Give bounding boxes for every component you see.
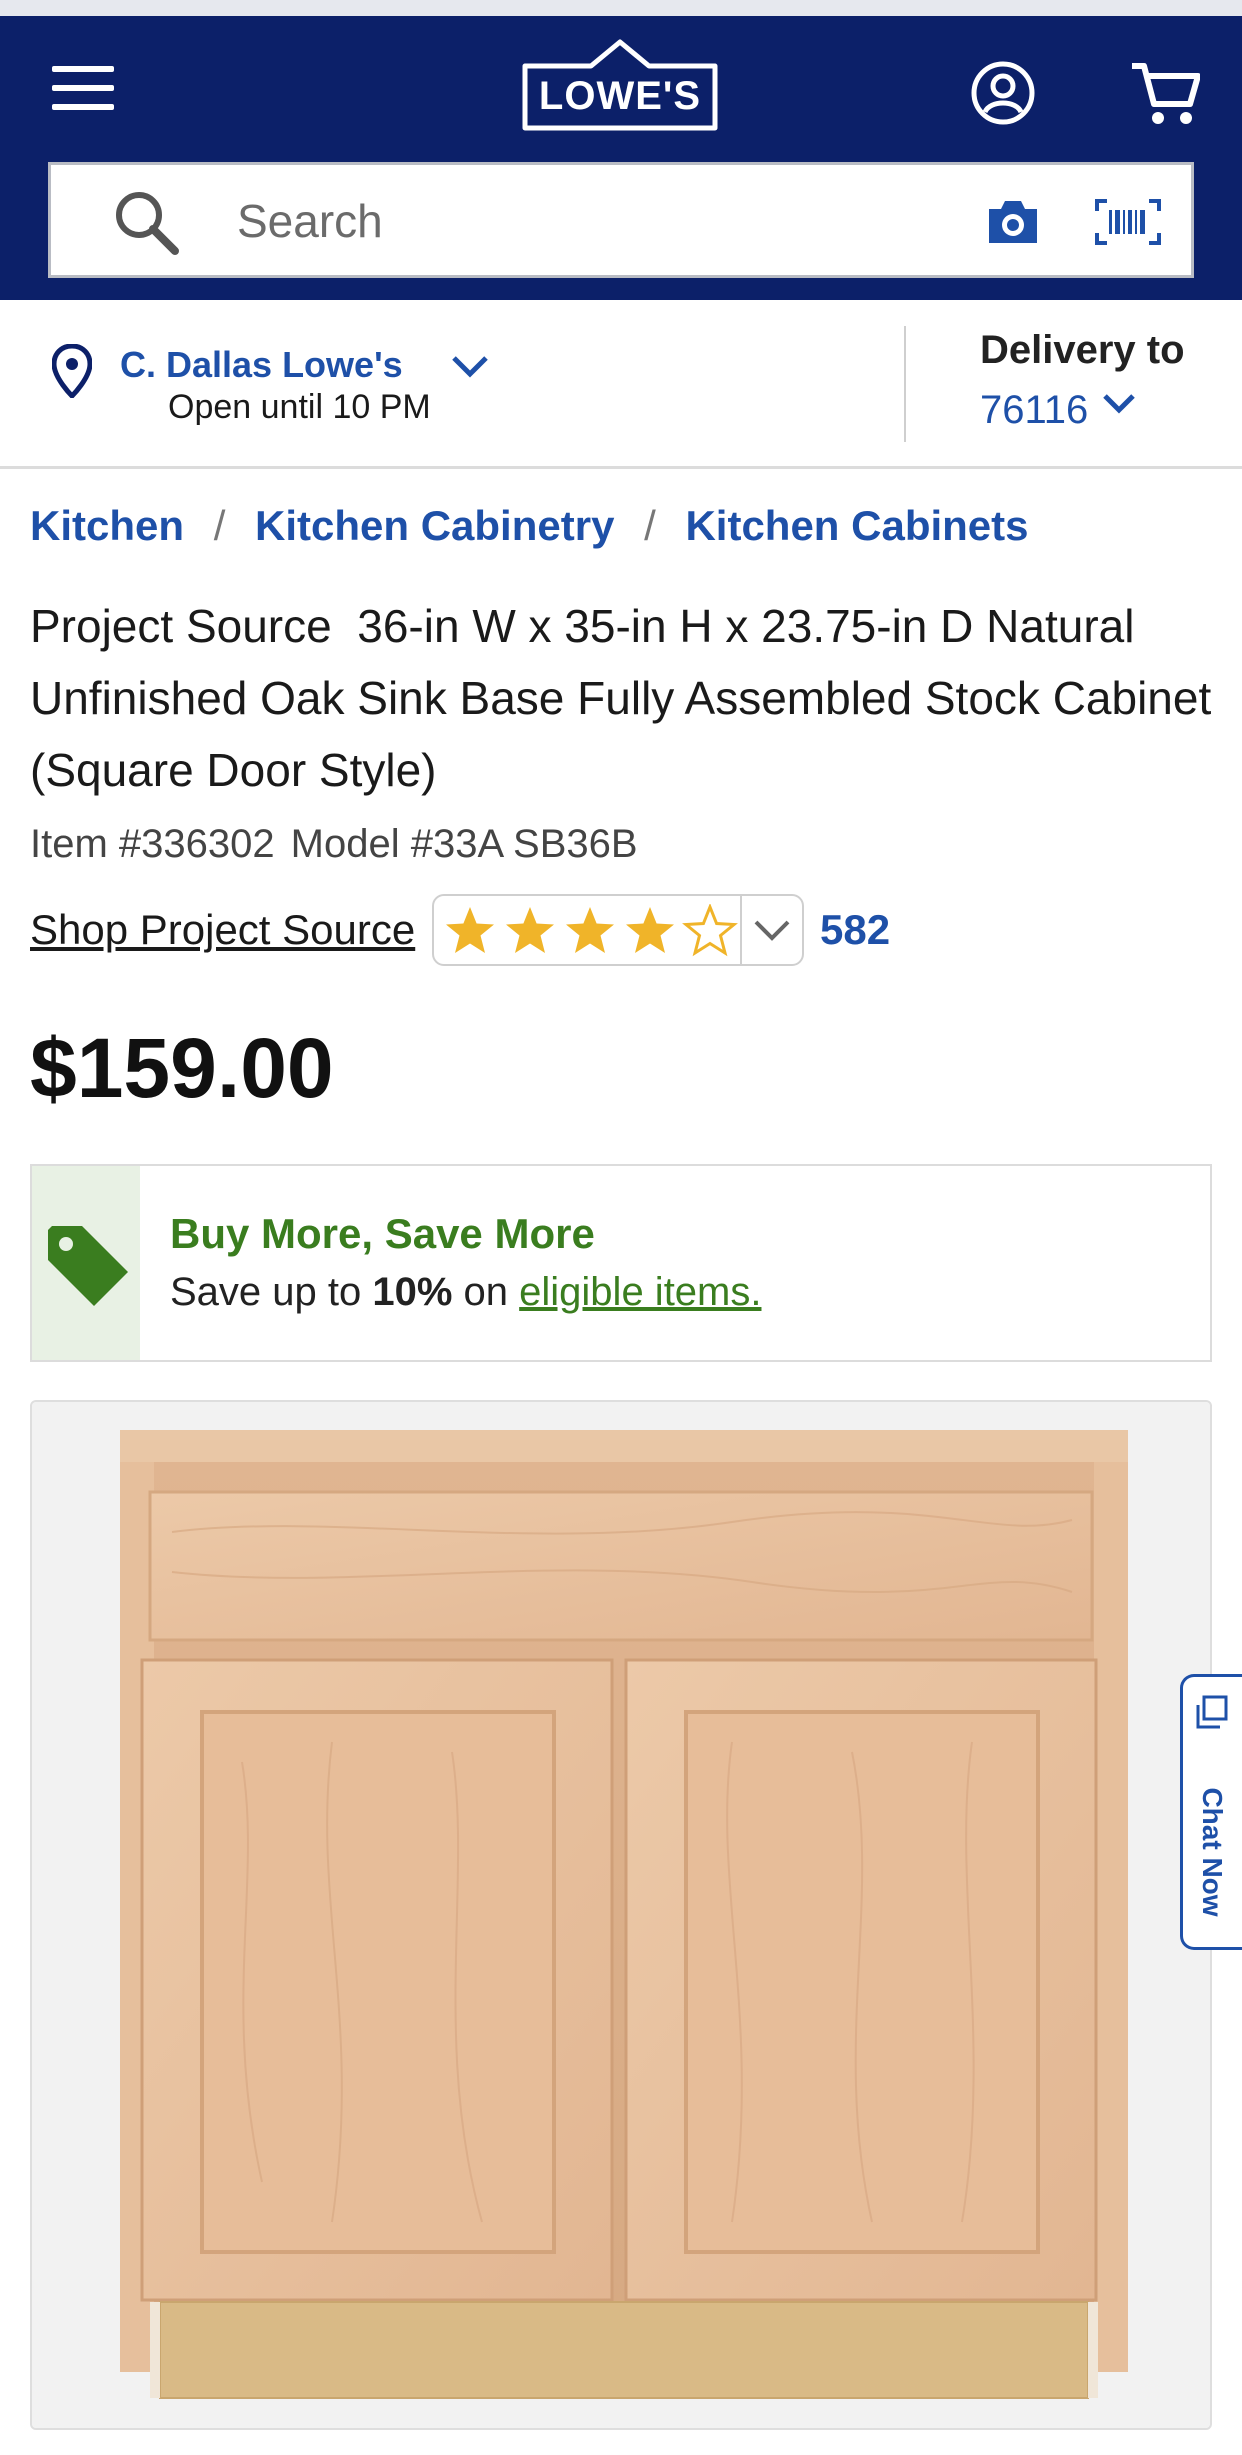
search-bar[interactable]: [48, 162, 1194, 278]
star-filled-icon: [506, 907, 554, 953]
chat-now-button[interactable]: Chat Now: [1180, 1674, 1242, 1950]
chat-icon: [1195, 1695, 1229, 1731]
breadcrumb-separator: /: [644, 502, 656, 549]
promo-title: Buy More, Save More: [170, 1210, 595, 1257]
barcode-scanner-icon[interactable]: [1095, 199, 1161, 245]
search-input[interactable]: [237, 185, 937, 257]
store-delivery-bar: C. Dallas Lowe's Open until 10 PM Delive…: [0, 300, 1242, 469]
store-hours: Open until 10 PM: [168, 388, 431, 426]
star-filled-icon: [566, 907, 614, 953]
breadcrumb-kitchen-cabinets[interactable]: Kitchen Cabinets: [685, 502, 1028, 549]
product-image-container[interactable]: [30, 1400, 1212, 2430]
item-model-numbers: Item #336302 Model #33A SB36B: [30, 822, 638, 867]
product-image[interactable]: [32, 1402, 1210, 2428]
star-empty-icon: [682, 904, 738, 957]
shopping-cart-icon[interactable]: [1130, 60, 1201, 126]
promo-banner: Buy More, Save More Save up to 10% on el…: [30, 1164, 1212, 1362]
model-number: Model #33A SB36B: [290, 822, 638, 866]
delivery-label: Delivery to: [980, 328, 1185, 372]
product-title: Project Source 36-in W x 35-in H x 23.75…: [30, 600, 1225, 796]
star-filled-icon: [626, 907, 674, 953]
divider: [740, 896, 742, 964]
chevron-down-icon[interactable]: [450, 354, 490, 380]
hamburger-menu-icon[interactable]: [52, 66, 116, 110]
chat-now-label: Chat Now: [1197, 1787, 1228, 1917]
breadcrumb-kitchen-cabinetry[interactable]: Kitchen Cabinetry: [255, 502, 614, 549]
lowes-logo[interactable]: LOWE'S: [521, 36, 719, 132]
chevron-down-icon[interactable]: [1102, 392, 1136, 416]
promo-text: Save up to 10% on eligible items.: [170, 1270, 761, 1315]
item-number: Item #336302: [30, 822, 275, 866]
promo-text-prefix: Save up to: [170, 1270, 373, 1314]
rating-widget[interactable]: [432, 894, 804, 966]
eligible-items-link[interactable]: eligible items.: [519, 1270, 761, 1314]
search-icon[interactable]: [113, 189, 179, 255]
chevron-down-icon[interactable]: [752, 916, 792, 944]
star-filled-icon: [446, 907, 494, 953]
shop-brand-link[interactable]: Shop Project Source: [30, 906, 415, 954]
divider: [904, 326, 906, 442]
product-price: $159.00: [30, 1021, 334, 1115]
breadcrumb-separator: /: [213, 502, 226, 549]
breadcrumb: Kitchen / Kitchen Cabinetry / Kitchen Ca…: [30, 502, 1029, 550]
delivery-zip-link[interactable]: 76116: [980, 388, 1088, 433]
location-pin-icon: [51, 343, 93, 400]
site-header: LOWE'S: [0, 16, 1242, 300]
logo-text: LOWE'S: [538, 74, 702, 118]
promo-icon-area: [32, 1166, 140, 1360]
star-rating: [442, 904, 738, 958]
price-tag-icon: [42, 1220, 134, 1312]
promo-text-mid: on: [452, 1270, 520, 1314]
account-icon[interactable]: [970, 60, 1036, 126]
promo-percent: 10%: [372, 1270, 453, 1314]
top-status-strip: [0, 0, 1242, 16]
breadcrumb-kitchen[interactable]: Kitchen: [30, 502, 184, 549]
review-count-link[interactable]: 582: [820, 906, 890, 954]
camera-icon[interactable]: [985, 197, 1041, 247]
store-name-link[interactable]: C. Dallas Lowe's: [120, 344, 403, 386]
